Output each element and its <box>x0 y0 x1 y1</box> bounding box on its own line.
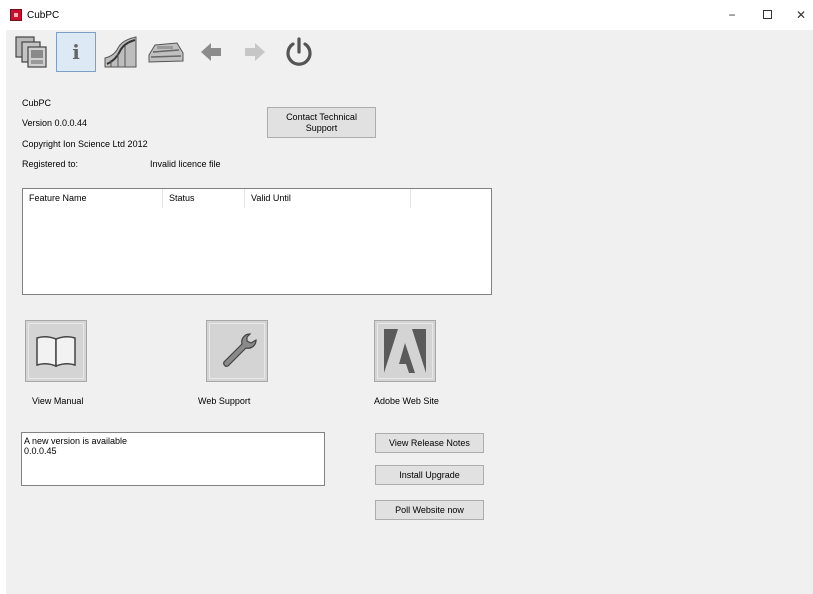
minimize-button[interactable]: − <box>717 4 747 26</box>
install-upgrade-button[interactable]: Install Upgrade <box>375 465 484 485</box>
close-icon: ✕ <box>795 8 807 22</box>
poll-website-button[interactable]: Poll Website now <box>375 500 484 520</box>
view-manual-label: View Manual <box>32 396 84 406</box>
features-list-header: Feature Name Status Valid Until <box>23 189 491 208</box>
forward-button[interactable] <box>235 32 275 72</box>
maximize-icon <box>762 10 772 20</box>
forward-arrow-icon <box>245 43 265 61</box>
info-button[interactable]: i <box>56 32 96 72</box>
upgrade-message-line2: 0.0.0.45 <box>24 446 57 456</box>
toolbar: i <box>6 30 813 76</box>
svg-text:i: i <box>72 40 80 64</box>
device-button[interactable] <box>146 32 186 72</box>
instruments-button[interactable] <box>11 32 51 72</box>
view-manual-button[interactable] <box>25 320 87 382</box>
back-button[interactable] <box>191 32 231 72</box>
power-button[interactable] <box>279 32 319 72</box>
power-icon <box>286 37 312 66</box>
wrench-icon <box>223 333 257 367</box>
minimize-icon: − <box>728 8 736 22</box>
maximize-button[interactable] <box>752 4 782 26</box>
upgrade-message-line1: A new version is available <box>24 436 128 446</box>
curve-graph-icon <box>104 36 137 68</box>
registered-value: Invalid licence file <box>150 159 221 169</box>
close-button[interactable]: ✕ <box>786 4 813 26</box>
column-header-valid-until[interactable]: Valid Until <box>245 189 411 208</box>
window-title: CubPC <box>27 10 60 21</box>
view-release-notes-button[interactable]: View Release Notes <box>375 433 484 453</box>
adobe-web-site-label: Adobe Web Site <box>374 396 439 406</box>
instrument-device-icon <box>148 42 184 63</box>
contact-support-button[interactable]: Contact Technical Support <box>267 107 376 138</box>
info-icon: i <box>72 40 80 64</box>
title-bar: CubPC − ✕ <box>0 0 813 30</box>
app-icon <box>10 9 22 21</box>
column-header-feature-name[interactable]: Feature Name <box>23 189 163 208</box>
window-body: i CubPC Version 0.0.0.44 Copyright Ion S… <box>6 30 813 594</box>
copyright-label: Copyright Ion Science Ltd 2012 <box>22 139 148 149</box>
book-icon <box>36 335 76 368</box>
app-name-label: CubPC <box>22 98 52 108</box>
graph-button[interactable] <box>101 32 141 72</box>
adobe-web-site-button[interactable] <box>374 320 436 382</box>
contact-support-label-line2: Support <box>305 122 338 133</box>
features-list[interactable]: Feature Name Status Valid Until <box>22 188 492 295</box>
contact-support-label-line1: Contact Technical <box>286 112 357 123</box>
adobe-logo-icon <box>384 329 426 373</box>
registered-label: Registered to: <box>22 159 79 169</box>
instruments-icon <box>15 36 47 68</box>
upgrade-message-box[interactable]: A new version is available 0.0.0.45 <box>21 432 325 486</box>
column-header-status[interactable]: Status <box>163 189 245 208</box>
web-support-label: Web Support <box>198 396 251 406</box>
back-arrow-icon <box>201 43 221 61</box>
version-label: Version 0.0.0.44 <box>22 118 88 128</box>
web-support-button[interactable] <box>206 320 268 382</box>
